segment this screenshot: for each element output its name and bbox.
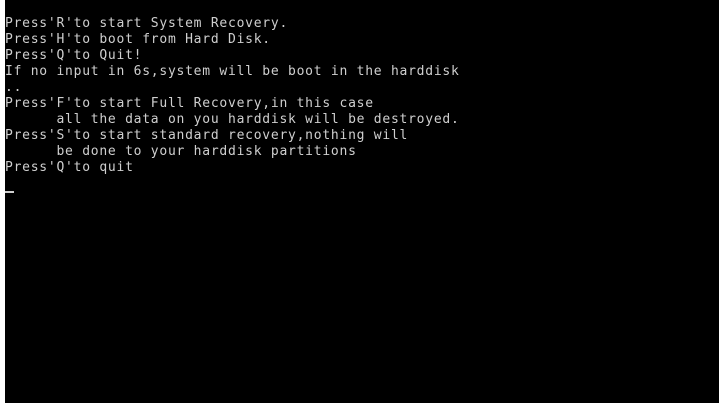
console-line-quit-option: Press'Q'to Quit! <box>5 48 143 63</box>
console-line-quit-prompt: Press'Q'to quit <box>5 160 134 175</box>
console-line-recovery-option: Press'R'to start System Recovery. <box>5 16 289 31</box>
console-line-harddisk-option: Press'H'to boot from Hard Disk. <box>5 32 271 47</box>
console-screen: Press'R'to start System Recovery. Press'… <box>5 0 719 403</box>
console-line-timeout-notice: If no input in 6s,system will be boot in… <box>5 64 460 79</box>
console-line-full-recovery-warning: all the data on you harddisk will be des… <box>5 112 460 127</box>
text-cursor[interactable] <box>5 191 14 193</box>
console-line-standard-recovery-option: Press'S'to start standard recovery,nothi… <box>5 128 409 143</box>
console-line-full-recovery-option: Press'F'to start Full Recovery,in this c… <box>5 96 374 111</box>
console-line-ellipsis: .. <box>5 80 23 95</box>
console-line-standard-recovery-note: be done to your harddisk partitions <box>5 144 357 159</box>
